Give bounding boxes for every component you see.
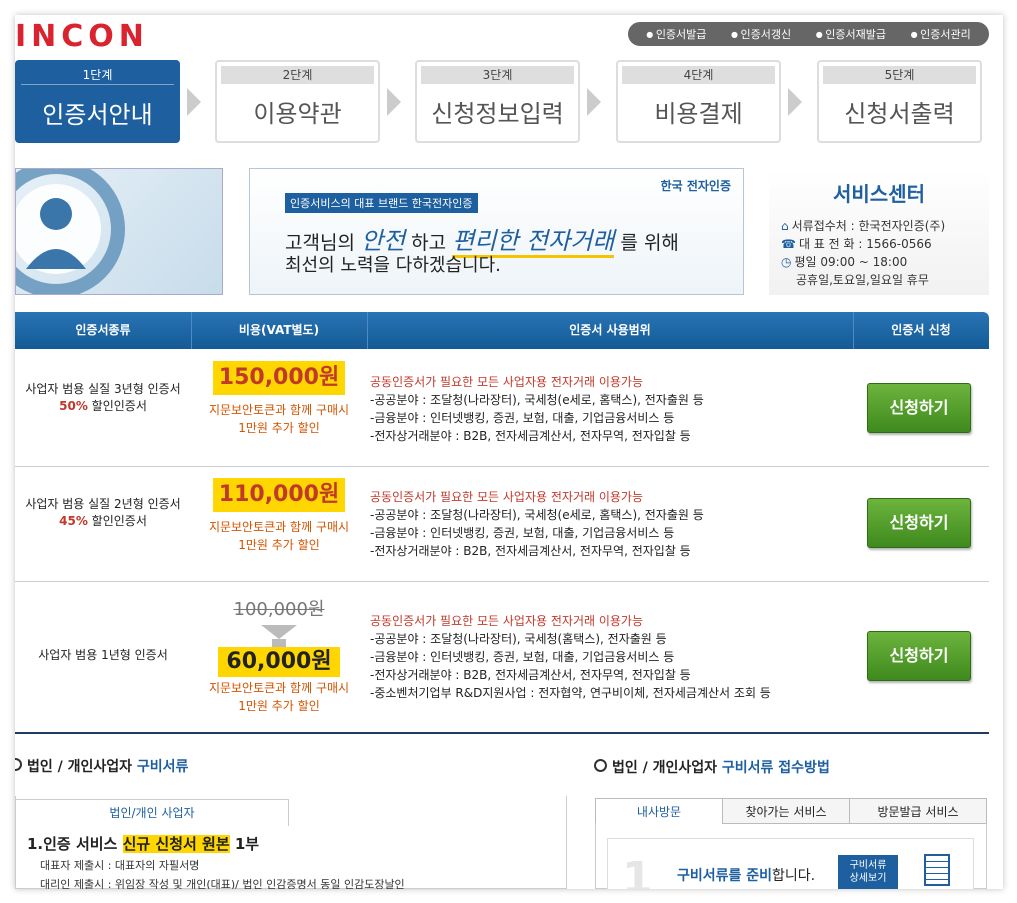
price-value: 150,000원 (212, 361, 346, 395)
incon-logo[interactable]: INCON (15, 19, 149, 54)
step-number: 3단계 (421, 66, 574, 84)
docs-detail-button[interactable]: 구비서류 상세보기 (838, 855, 898, 889)
price-value: 60,000원 (218, 647, 340, 677)
step-5: 5단계 신청서출력 (817, 60, 982, 143)
person-banner-image (15, 168, 223, 295)
top-nav: 인증서발급 인증서갱신 인증서재발급 인증서관리 (628, 22, 989, 46)
ring-bullet-icon (594, 759, 607, 772)
person-icon (16, 169, 125, 294)
step-number: 1단계 (21, 66, 174, 85)
cert-type: 사업자 범용 1년형 인증서 (15, 647, 191, 664)
cert-price: 110,000원 지문보안토큰과 함께 구매시 1만원 추가 할인 (191, 478, 367, 554)
home-icon: ⌂ (781, 219, 789, 233)
method-tabs: 내사방문 찾아가는 서비스 방문발급 서비스 (595, 798, 987, 824)
cert-type-name: 사업자 범용 실질 3년형 인증서 (25, 382, 181, 396)
cert-discount: 50% 할인인증서 (59, 399, 147, 413)
cert-type-name: 사업자 범용 실질 2년형 인증서 (25, 497, 181, 511)
service-hours: ◷ 평일 09:00 ~ 18:00 (781, 255, 908, 269)
page: INCON 인증서발급 인증서갱신 인증서재발급 인증서관리 1단계 인증서안내… (15, 15, 1003, 889)
down-arrow-icon (261, 625, 297, 639)
step-arrow-icon (187, 88, 201, 116)
docs-item-1: 1.인증 서비스 신규 신청서 원본 1부 (27, 835, 260, 853)
phone-icon: ☎ (781, 237, 796, 251)
col-header-scope: 인증서 사용범위 (367, 312, 854, 349)
banner-text: 를 위해 (614, 232, 679, 254)
apply-button[interactable]: 신청하기 (867, 383, 971, 433)
banner-tag: 인증서비스의 대표 브랜드 한국전자인증 (285, 193, 478, 213)
step-title: 인증서안내 (42, 101, 153, 129)
clock-icon: ◷ (781, 255, 792, 269)
tab-visiting-service[interactable]: 찾아가는 서비스 (722, 798, 850, 824)
service-phone: ☎ 대 표 전 화 : 1566-0566 (781, 237, 932, 251)
step-4: 4단계 비용결제 (616, 60, 781, 143)
method-step-text: 구비서류를 준비합니다. (677, 868, 816, 884)
step-number-watermark: 1 (622, 853, 653, 889)
docs-sub-2: 대리인 제출시 : 위임장 작성 및 개인(대표)/ 법인 인감증명서 동일 인… (40, 878, 405, 889)
topnav-reissue[interactable]: 인증서재발급 (816, 26, 886, 42)
cert-type: 사업자 범용 실질 2년형 인증서 45% 할인인증서 (15, 496, 191, 530)
step-number: 4단계 (622, 66, 775, 84)
down-arrow-stem (272, 639, 286, 647)
step-1: 1단계 인증서안내 (15, 60, 180, 143)
cert-price: 150,000원 지문보안토큰과 함께 구매시 1만원 추가 할인 (191, 361, 367, 437)
price-note: 지문보안토큰과 함께 구매시 1만원 추가 할인 (208, 681, 350, 713)
cert-scope: 공동인증서가 필요한 모든 사업자용 전자거래 이용가능 -공공분야 : 조달청… (370, 375, 704, 443)
table-row: 사업자 범용 실질 2년형 인증서 45% 할인인증서 110,000원 지문보… (15, 466, 989, 582)
service-address: ⌂ 서류접수처 : 한국전자인증(주) (781, 219, 946, 233)
cert-scope: 공동인증서가 필요한 모든 사업자용 전자거래 이용가능 -공공분야 : 조달청… (370, 490, 704, 558)
step-indicator: 1단계 인증서안내 2단계 이용약관 3단계 신청정보입력 4단계 비용결제 5… (15, 60, 1003, 150)
service-holiday: 공휴일,토요일,일요일 휴무 (796, 273, 929, 287)
step-3: 3단계 신청정보입력 (415, 60, 580, 143)
method-section-title: 법인 / 개인사업자 구비서류 접수방법 (594, 757, 830, 777)
tab-corporate-individual[interactable]: 법인/개인 사업자 (15, 799, 289, 826)
topnav-manage[interactable]: 인증서관리 (911, 26, 971, 42)
document-icon (924, 854, 950, 886)
tab-onsite-issuance[interactable]: 방문발급 서비스 (849, 798, 987, 824)
step-number: 5단계 (823, 66, 976, 84)
step-title: 이용약관 (253, 100, 342, 128)
col-header-price: 비용(VAT별도) (191, 312, 368, 349)
step-arrow-icon (788, 88, 802, 116)
old-price: 100,000원 (233, 599, 325, 620)
topnav-issue[interactable]: 인증서발급 (646, 26, 707, 42)
ring-bullet-icon (15, 758, 22, 771)
tab-visit-office[interactable]: 내사방문 (595, 798, 723, 824)
service-center: 서비스센터 ⌂ 서류접수처 : 한국전자인증(주) ☎ 대 표 전 화 : 1566… (769, 168, 989, 295)
apply-button[interactable]: 신청하기 (867, 498, 971, 548)
banner-subline: 최선의 노력을 다하겠습니다. (285, 255, 501, 276)
apply-button[interactable]: 신청하기 (867, 631, 971, 681)
price-value: 110,000원 (212, 478, 346, 512)
service-center-title: 서비스센터 (833, 182, 925, 206)
step-arrow-icon (387, 88, 401, 116)
banner-brand-logo: 한국 전자인증 (660, 179, 731, 193)
price-note: 지문보안토큰과 함께 구매시 1만원 추가 할인 (208, 520, 350, 552)
col-header-type: 인증서종류 (15, 312, 192, 349)
promo-banner: 인증서비스의 대표 브랜드 한국전자인증 한국 전자인증 고객님의 안전 하고 … (249, 168, 744, 295)
step-arrow-icon (587, 88, 601, 116)
cert-price: 100,000원 60,000원 지문보안토큰과 함께 구매시 1만원 추가 할인 (191, 595, 367, 715)
step-2: 2단계 이용약관 (215, 60, 380, 143)
price-note: 지문보안토큰과 함께 구매시 1만원 추가 할인 (208, 403, 350, 435)
cert-type-name: 사업자 범용 1년형 인증서 (38, 648, 168, 662)
cert-type: 사업자 범용 실질 3년형 인증서 50% 할인인증서 (15, 381, 191, 415)
step-title: 비용결제 (654, 100, 743, 128)
table-row: 사업자 범용 실질 3년형 인증서 50% 할인인증서 150,000원 지문보… (15, 349, 989, 467)
col-header-apply: 인증서 신청 (891, 323, 951, 337)
cert-discount: 45% 할인인증서 (59, 514, 147, 528)
cert-scope: 공동인증서가 필요한 모든 사업자용 전자거래 이용가능 -공공분야 : 조달청… (370, 614, 771, 700)
method-step-card: 1 구비서류를 준비합니다. 구비서류 상세보기 (607, 838, 974, 889)
section-divider (15, 732, 989, 734)
docs-section-title: 법인 / 개인사업자 구비서류 (15, 756, 188, 776)
table-header: 인증서종류 비용(VAT별도) 인증서 사용범위 인증서 신청 (15, 312, 989, 349)
docs-sub-1: 대표자 제출시 : 대표자의 자필서명 (40, 859, 200, 872)
step-title: 신청정보입력 (431, 100, 564, 128)
step-title: 신청서출력 (844, 100, 955, 128)
step-number: 2단계 (221, 66, 374, 84)
table-row: 사업자 범용 1년형 인증서 100,000원 60,000원 지문보안토큰과 … (15, 581, 989, 727)
topnav-renew[interactable]: 인증서갱신 (731, 26, 792, 42)
